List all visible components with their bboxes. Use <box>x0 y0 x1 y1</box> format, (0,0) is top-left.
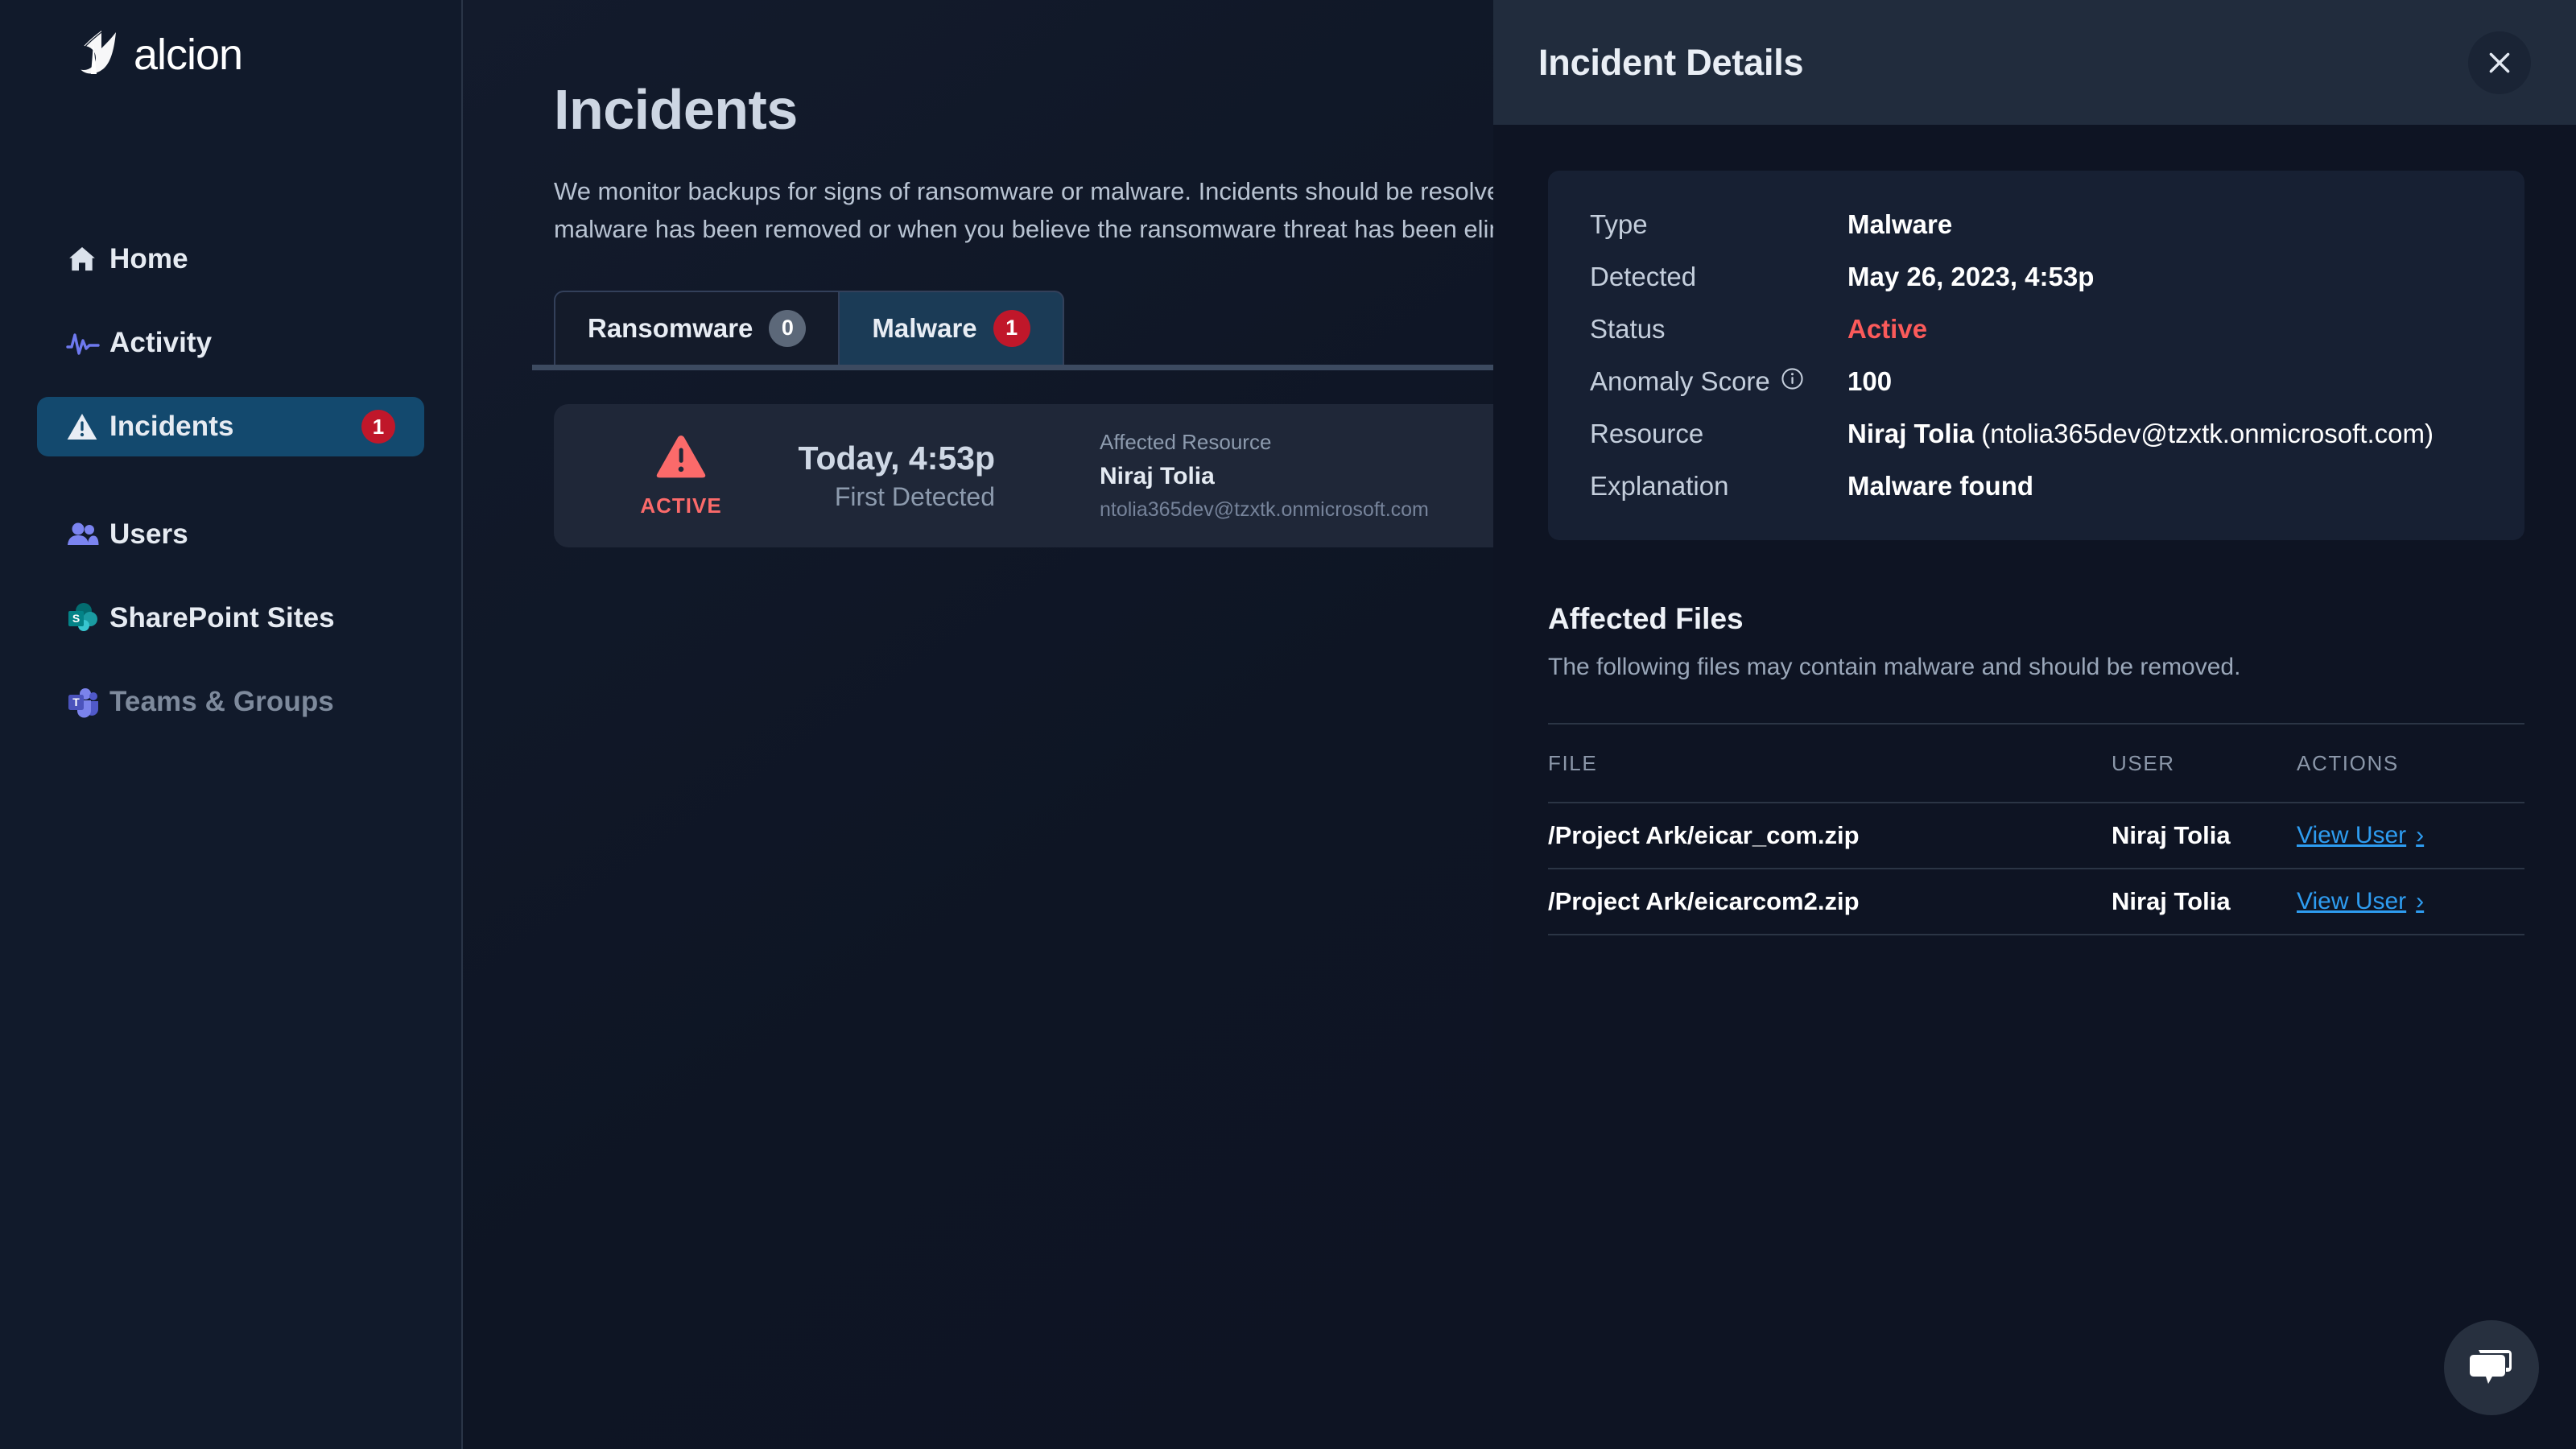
detail-key: Detected <box>1590 262 1697 291</box>
incident-time-value: Today, 4:53p <box>798 439 995 477</box>
sidebar-item-label: Teams & Groups <box>109 686 334 717</box>
tab-count-badge: 1 <box>993 309 1030 347</box>
sidebar-item-activity[interactable]: Activity <box>37 313 424 373</box>
tabs-container: Ransomware 0 Malware 1 <box>532 290 2215 370</box>
teams-icon: T <box>66 685 101 719</box>
svg-text:T: T <box>72 696 80 708</box>
file-path: /Project Ark/eicarcom2.zip <box>1548 887 1860 915</box>
file-path: /Project Ark/eicar_com.zip <box>1548 821 1860 849</box>
home-icon <box>66 243 101 275</box>
detail-key: Resource <box>1590 419 1704 448</box>
sidebar-item-label: Activity <box>109 327 213 358</box>
affected-files-title: Affected Files <box>1548 602 1744 635</box>
incident-resource-name: Niraj Tolia <box>1100 462 1215 489</box>
sharepoint-icon: S <box>66 601 101 635</box>
detail-key: Type <box>1590 209 1648 239</box>
detail-row-status: Status Active <box>1590 314 2524 345</box>
warning-triangle-icon <box>655 433 707 484</box>
warning-triangle-icon <box>66 411 101 442</box>
detail-row-explanation: Explanation Malware found <box>1590 471 2524 502</box>
tab-label: Ransomware <box>588 312 753 343</box>
column-header-file: FILE <box>1548 750 1598 775</box>
table-row: /Project Ark/eicar_com.zip Niraj Tolia V… <box>1548 803 2524 869</box>
sidebar-item-users[interactable]: Users <box>37 505 424 564</box>
affected-files-section: Affected Files The following files may c… <box>1548 602 2531 935</box>
info-circle-icon[interactable] <box>1781 366 1804 397</box>
detail-key: Anomaly Score <box>1590 366 1770 396</box>
detail-key: Explanation <box>1590 471 1729 501</box>
sidebar: alcion Home Activity Incidents 1 Users S… <box>0 0 463 1449</box>
panel-title: Incident Details <box>1538 41 1804 83</box>
affected-files-table: FILE USER ACTIONS /Project Ark/eicar_com… <box>1548 723 2524 935</box>
detail-key: Status <box>1590 314 1666 344</box>
detail-value: Malware found <box>1847 471 2034 501</box>
page-description: We monitor backups for signs of ransomwa… <box>554 177 1585 244</box>
table-row: /Project Ark/eicarcom2.zip Niraj Tolia V… <box>1548 869 2524 935</box>
sidebar-item-label: Incidents <box>109 411 234 442</box>
table-header-row: FILE USER ACTIONS <box>1548 723 2524 803</box>
tab-malware[interactable]: Malware 1 <box>840 290 1064 365</box>
detail-row-anomaly-score: Anomaly Score 100 <box>1590 366 2524 397</box>
svg-text:S: S <box>72 612 80 625</box>
detail-value: Niraj Tolia <box>1847 419 1975 448</box>
close-icon[interactable] <box>2468 31 2531 94</box>
column-header-actions: ACTIONS <box>2297 750 2399 775</box>
alcion-logo-icon <box>66 27 121 82</box>
view-user-label: View User <box>2297 822 2407 848</box>
detail-value-suffix: (ntolia365dev@tzxtk.onmicrosoft.com) <box>1974 419 2434 448</box>
detail-row-type: Type Malware <box>1590 209 2524 240</box>
incident-status: ACTIVE <box>601 433 762 518</box>
file-user: Niraj Tolia <box>2112 821 2231 849</box>
detail-value: 100 <box>1847 366 1893 396</box>
incident-details-panel: Incident Details Type Malware Detected M… <box>1493 0 2576 1449</box>
activity-pulse-icon <box>66 329 101 357</box>
incident-status-label: ACTIVE <box>640 493 722 518</box>
status-badge: Active <box>1847 314 1928 344</box>
column-header-user: USER <box>2112 750 2175 775</box>
detail-value-wrap: Niraj Tolia (ntolia365dev@tzxtk.onmicros… <box>1847 419 2434 449</box>
detail-row-resource: Resource Niraj Tolia (ntolia365dev@tzxtk… <box>1590 419 2524 449</box>
row-actions: View User › <box>2297 822 2524 849</box>
chevron-right-icon: › <box>2416 822 2425 848</box>
detail-row-detected: Detected May 26, 2023, 4:53p <box>1590 262 2524 292</box>
incidents-badge: 1 <box>361 410 395 444</box>
tab-ransomware[interactable]: Ransomware 0 <box>554 290 840 365</box>
view-user-label: View User <box>2297 888 2407 914</box>
incident-resource-label: Affected Resource <box>1100 429 1272 454</box>
app-root: alcion Home Activity Incidents 1 Users S… <box>0 0 2576 1449</box>
users-icon <box>66 521 101 548</box>
detail-key-wrap: Anomaly Score <box>1590 366 1847 397</box>
chat-widget-button[interactable] <box>2444 1320 2539 1415</box>
tab-label: Malware <box>872 312 977 343</box>
tabs: Ransomware 0 Malware 1 <box>554 290 1584 365</box>
incident-resource-email: ntolia365dev@tzxtk.onmicrosoft.com <box>1100 497 1429 521</box>
view-user-link[interactable]: View User › <box>2297 888 2424 915</box>
sidebar-item-incidents[interactable]: Incidents 1 <box>37 397 424 456</box>
chat-bubble-icon <box>2467 1344 2516 1393</box>
sidebar-item-home[interactable]: Home <box>37 229 424 289</box>
brand-name: alcion <box>134 31 243 79</box>
sidebar-item-label: Users <box>109 518 188 550</box>
tab-count-badge: 0 <box>769 309 807 347</box>
panel-header: Incident Details <box>1493 0 2576 125</box>
sidebar-nav: Home Activity Incidents 1 Users S ShareP… <box>0 229 461 732</box>
sidebar-item-sharepoint-sites[interactable]: S SharePoint Sites <box>37 588 424 648</box>
detail-value: Malware <box>1847 209 1953 239</box>
sidebar-item-teams-groups[interactable]: T Teams & Groups <box>37 672 424 732</box>
incident-detail-card: Type Malware Detected May 26, 2023, 4:53… <box>1548 171 2524 540</box>
affected-files-subtitle: The following files may contain malware … <box>1548 654 2241 680</box>
chevron-right-icon: › <box>2416 888 2425 914</box>
incident-time-label: First Detected <box>834 481 995 511</box>
view-user-link[interactable]: View User › <box>2297 822 2424 849</box>
panel-body: Type Malware Detected May 26, 2023, 4:53… <box>1493 125 2576 935</box>
row-actions: View User › <box>2297 888 2524 915</box>
sidebar-item-label: Home <box>109 243 188 275</box>
incident-time: Today, 4:53p First Detected <box>762 440 995 512</box>
incident-resource: Affected Resource Niraj Tolia ntolia365d… <box>1100 430 1429 522</box>
file-user: Niraj Tolia <box>2112 887 2231 915</box>
brand-logo[interactable]: alcion <box>0 0 461 82</box>
detail-value: May 26, 2023, 4:53p <box>1847 262 2095 291</box>
sidebar-item-label: SharePoint Sites <box>109 602 335 634</box>
